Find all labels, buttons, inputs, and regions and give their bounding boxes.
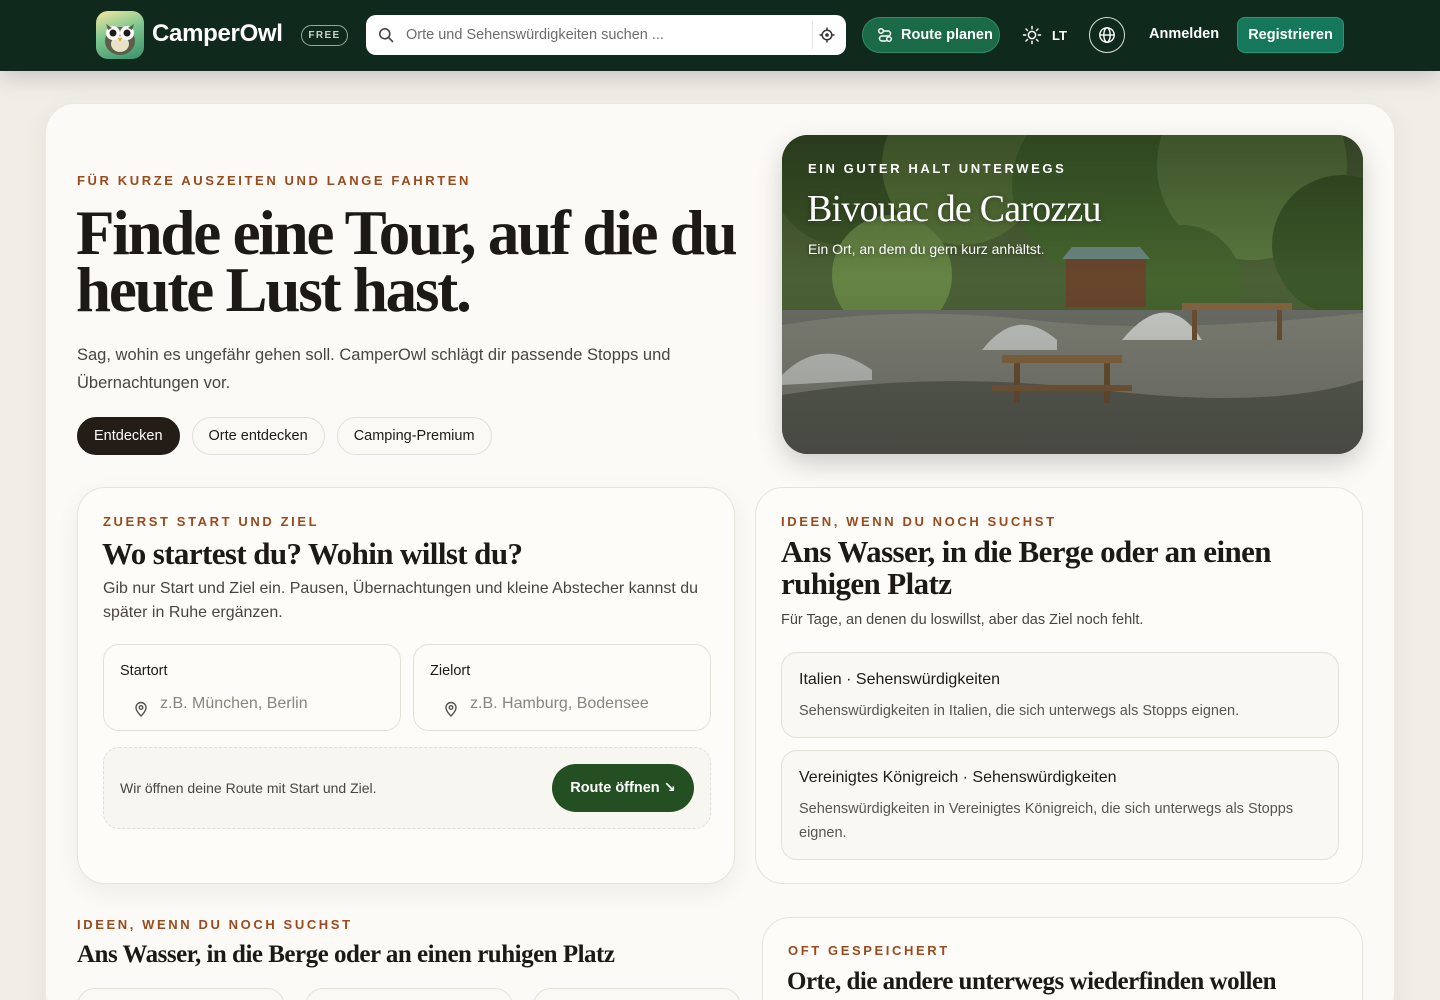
route-planner-subtitle: Gib nur Start und Ziel ein. Pausen, Über…: [103, 580, 699, 621]
brand-name[interactable]: CamperOwl: [152, 20, 283, 48]
login-link[interactable]: Anmelden: [1149, 26, 1219, 42]
start-label: Startort: [120, 663, 168, 679]
location-pin-icon: [135, 701, 147, 717]
route-submit-row: Wir öffnen deine Route mit Start und Zie…: [103, 747, 711, 829]
open-route-button[interactable]: Route öffnen ↘: [552, 764, 694, 812]
locate-icon: [819, 27, 834, 43]
featured-place-card[interactable]: EIN GUTER HALT UNTERWEGS Bivouac de Caro…: [782, 135, 1363, 454]
idea-item-italy[interactable]: Italien · Sehenswürdigkeiten Sehenswürdi…: [781, 652, 1339, 738]
idea-item-uk[interactable]: Vereinigtes Königreich · Sehenswürdigkei…: [781, 750, 1339, 860]
top-navbar: CamperOwl FREE Route planen LT Anmelden …: [0, 0, 1440, 71]
search-input[interactable]: [406, 15, 806, 55]
bottom-ideas-eyebrow: IDEEN, WENN DU NOCH SUCHST: [77, 917, 353, 932]
theme-toggle[interactable]: LT: [1022, 24, 1067, 46]
idea-tile[interactable]: [305, 988, 513, 1000]
idea-tile[interactable]: [533, 988, 741, 1000]
saved-title: Orte, die andere unterwegs wiederfinden …: [787, 968, 1276, 995]
destination-label: Zielort: [430, 663, 471, 679]
featured-eyebrow: EIN GUTER HALT UNTERWEGS: [808, 161, 1067, 176]
featured-photo: [782, 135, 1363, 454]
hero-tabs: Entdecken Orte entdecken Camping-Premium: [77, 417, 492, 455]
tab-discover-places[interactable]: Orte entdecken: [191, 417, 325, 455]
plan-route-label: Route planen: [901, 27, 993, 43]
search-icon: [379, 28, 394, 43]
arrow-down-right-icon: ↘: [663, 780, 676, 796]
register-button[interactable]: Registrieren: [1237, 17, 1344, 53]
start-input[interactable]: [160, 691, 380, 717]
locate-button[interactable]: [812, 21, 840, 49]
tab-camping-premium[interactable]: Camping-Premium: [336, 417, 492, 455]
idea-title: Vereinigtes Königreich · Sehenswürdigkei…: [799, 769, 1117, 786]
location-pin-icon: [445, 701, 457, 717]
theme-label: LT: [1052, 27, 1067, 43]
idea-description: Sehenswürdigkeiten in Vereinigtes Königr…: [799, 801, 1294, 841]
sun-icon: [1022, 25, 1042, 45]
hero-subtitle: Sag, wohin es ungefähr gehen soll. Campe…: [77, 346, 671, 392]
ideas-card: IDEEN, WENN DU NOCH SUCHST Ans Wasser, i…: [755, 487, 1363, 884]
destination-field[interactable]: Zielort: [413, 644, 711, 731]
start-field[interactable]: Startort: [103, 644, 401, 731]
owl-logo[interactable]: [96, 11, 144, 59]
featured-title: Bivouac de Carozzu: [807, 188, 1102, 230]
language-button[interactable]: [1089, 17, 1125, 53]
search-bar: [366, 15, 846, 55]
plan-route-button[interactable]: Route planen: [862, 17, 1000, 53]
ideas-subtitle: Für Tage, an denen du loswillst, aber da…: [781, 612, 1144, 628]
idea-description: Sehenswürdigkeiten in Italien, die sich …: [799, 703, 1240, 719]
ideas-title: Ans Wasser, in die Berge oder an einen r…: [781, 534, 1272, 601]
hero-title: Finde eine Tour, auf die du heute Lust h…: [76, 198, 738, 325]
route-planner-eyebrow: ZUERST START UND ZIEL: [103, 514, 320, 529]
hero-eyebrow: FÜR KURZE AUSZEITEN UND LANGE FAHRTEN: [77, 173, 471, 188]
open-route-label: Route öffnen: [570, 780, 660, 796]
featured-subtitle: Ein Ort, an dem du gern kurz anhältst.: [808, 241, 1045, 257]
idea-title: Italien · Sehenswürdigkeiten: [799, 671, 1001, 688]
route-planner-title: Wo startest du? Wohin willst du?: [102, 536, 523, 571]
saved-eyebrow: OFT GESPEICHERT: [788, 943, 950, 958]
plan-badge: FREE: [301, 25, 348, 46]
destination-input[interactable]: [470, 691, 690, 717]
route-icon: [877, 27, 893, 43]
route-note: Wir öffnen deine Route mit Start und Zie…: [120, 780, 377, 796]
route-planner-card: ZUERST START UND ZIEL Wo startest du? Wo…: [77, 487, 735, 884]
tab-discover[interactable]: Entdecken: [77, 417, 180, 455]
globe-icon: [1099, 27, 1115, 43]
saved-places-card: OFT GESPEICHERT Orte, die andere unterwe…: [762, 917, 1363, 1000]
ideas-eyebrow: IDEEN, WENN DU NOCH SUCHST: [781, 514, 1057, 529]
idea-tile[interactable]: [77, 988, 285, 1000]
bottom-ideas-title: Ans Wasser, in die Berge oder an einen r…: [77, 941, 615, 968]
